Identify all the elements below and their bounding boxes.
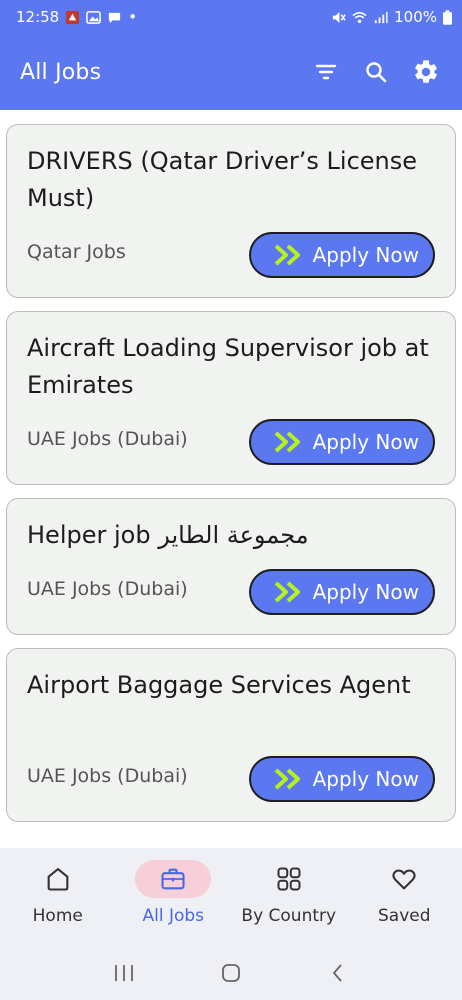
nav-icon-container <box>251 860 327 898</box>
grid-icon <box>277 867 301 891</box>
image-notification-icon <box>86 10 102 24</box>
battery-level: 100% <box>394 8 437 26</box>
battery-icon <box>443 9 452 25</box>
status-bar: 12:58 • 100% <box>0 0 462 34</box>
nav-item-by-country[interactable]: By Country <box>231 860 347 940</box>
app-notification-icon <box>66 10 80 24</box>
back-button[interactable] <box>323 958 353 988</box>
settings-button[interactable] <box>412 58 440 86</box>
double-chevron-icon <box>274 431 300 453</box>
search-icon <box>366 62 387 83</box>
recent-apps-icon <box>114 965 133 981</box>
system-navigation-bar <box>0 950 462 996</box>
status-bar-right: 100% <box>331 8 452 26</box>
home-circle-icon <box>222 964 240 982</box>
apply-now-button[interactable]: Apply Now <box>248 756 435 802</box>
nav-icon-container <box>366 860 442 898</box>
status-time: 12:58 <box>16 8 60 26</box>
nav-icon-container <box>20 860 96 898</box>
home-icon <box>47 868 69 891</box>
wifi-icon <box>352 11 367 23</box>
job-card[interactable]: DRIVERS (Qatar Driver’s License Must) Qa… <box>6 124 456 298</box>
signal-icon <box>374 11 388 23</box>
nav-label-saved: Saved <box>377 906 431 926</box>
nav-label-home: Home <box>32 906 83 926</box>
app-bar: All Jobs <box>0 34 462 110</box>
app-bar-actions <box>312 58 440 86</box>
job-card[interactable]: Airport Baggage Services Agent UAE Jobs … <box>6 648 456 822</box>
nav-label-all-jobs: All Jobs <box>142 906 205 926</box>
mute-icon <box>332 11 346 23</box>
briefcase-icon <box>161 868 185 890</box>
apply-now-label: Apply Now <box>312 430 419 454</box>
filter-icon <box>315 64 337 80</box>
job-location: Qatar Jobs <box>27 241 126 263</box>
job-card[interactable]: Helper job مجموعة الطاير UAE Jobs (Dubai… <box>6 498 456 635</box>
apply-now-button[interactable]: Apply Now <box>248 419 435 465</box>
bottom-nav-items: Home All Jobs By Country Saved <box>0 860 462 940</box>
home-system-button[interactable] <box>216 958 246 988</box>
status-bar-left: 12:58 • <box>16 8 137 26</box>
apply-now-button[interactable]: Apply Now <box>248 569 435 615</box>
job-title: Airport Baggage Services Agent <box>27 671 411 699</box>
apply-now-label: Apply Now <box>312 580 419 604</box>
job-location: UAE Jobs (Dubai) <box>27 428 188 450</box>
back-chevron-icon <box>333 964 342 982</box>
job-title: Helper job مجموعة الطاير <box>27 521 309 549</box>
apply-now-button[interactable]: Apply Now <box>248 232 435 278</box>
page-title: All Jobs <box>20 59 102 85</box>
chat-notification-icon <box>109 12 121 23</box>
job-location: UAE Jobs (Dubai) <box>27 578 188 600</box>
nav-item-saved[interactable]: Saved <box>347 860 462 940</box>
recent-apps-button[interactable] <box>109 958 139 988</box>
job-title: Aircraft Loading Supervisor job at Emira… <box>27 334 429 399</box>
apply-now-label: Apply Now <box>312 767 419 791</box>
job-card[interactable]: Aircraft Loading Supervisor job at Emira… <box>6 311 456 485</box>
nav-label-by-country: By Country <box>241 906 337 926</box>
double-chevron-icon <box>274 244 300 266</box>
bottom-navigation: Home All Jobs By Country Saved <box>0 848 462 1000</box>
heart-icon <box>392 869 416 890</box>
job-title: DRIVERS (Qatar Driver’s License Must) <box>27 147 418 212</box>
apply-now-label: Apply Now <box>312 243 419 267</box>
nav-item-home[interactable]: Home <box>0 860 116 940</box>
status-dot: • <box>128 8 138 26</box>
search-button[interactable] <box>362 58 390 86</box>
nav-active-indicator <box>135 860 212 898</box>
filter-button[interactable] <box>312 58 340 86</box>
nav-item-all-jobs[interactable]: All Jobs <box>116 860 232 940</box>
job-list[interactable]: DRIVERS (Qatar Driver’s License Must) Qa… <box>0 110 462 848</box>
gear-icon <box>415 60 437 83</box>
double-chevron-icon <box>274 581 300 603</box>
job-location: UAE Jobs (Dubai) <box>27 765 188 787</box>
double-chevron-icon <box>274 768 300 790</box>
